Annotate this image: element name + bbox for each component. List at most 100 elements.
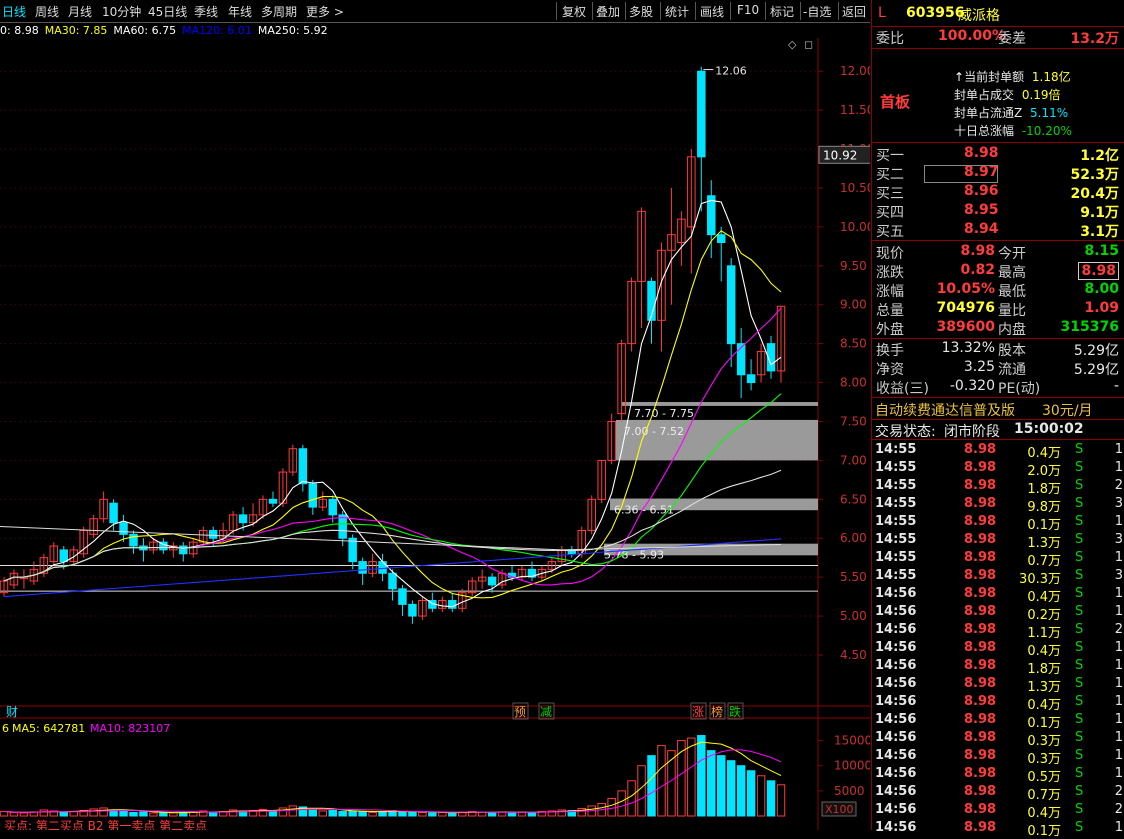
volume-bar xyxy=(647,755,656,817)
tick-row: 14:56 8.98 1.3万 S 1 xyxy=(872,675,1124,695)
event-marker: 榜 xyxy=(711,704,723,719)
volume-bar xyxy=(507,811,517,817)
bid-label: 买二 xyxy=(876,167,904,183)
quote-label: 现价 xyxy=(876,246,904,262)
fundamental-label: 股本 xyxy=(998,343,1026,359)
tick-price: 8.98 xyxy=(964,568,997,583)
period-45day-tab[interactable]: 45日线 xyxy=(148,3,187,20)
quote-label: 最低 xyxy=(998,284,1026,300)
self-select-button[interactable]: -自选 xyxy=(803,3,831,20)
volume-bar xyxy=(697,735,706,817)
tick-time: 14:56 xyxy=(875,730,917,745)
seal-row-label: 十日总涨幅 xyxy=(954,124,1015,138)
volume-bar xyxy=(438,811,447,817)
diamond-icon: ◇ xyxy=(788,38,797,51)
period-month-tab[interactable]: 月线 xyxy=(68,3,92,20)
seal-row-label: 封单占流通Z xyxy=(954,106,1023,120)
first-board-badge: 首板 xyxy=(880,93,911,111)
toolbar-divider xyxy=(556,2,557,20)
event-marker: 涨 xyxy=(692,704,704,719)
draw-line-button[interactable]: 画线 xyxy=(700,3,724,20)
tick-time: 14:55 xyxy=(875,442,917,457)
tick-row: 14:55 8.98 0.4万 S 1 xyxy=(872,441,1124,461)
divider xyxy=(872,439,1124,440)
tick-count: 1 xyxy=(1114,820,1123,835)
bid-row[interactable]: 买三 8.96 20.4万 xyxy=(872,183,1124,202)
volume-bar xyxy=(0,810,9,817)
tick-count: 2 xyxy=(1114,622,1123,637)
y-tick-label: 5.00 xyxy=(840,609,867,623)
period-week-tab[interactable]: 周线 xyxy=(35,3,59,20)
quote-value: 8.98 xyxy=(1078,262,1119,280)
volume-bar xyxy=(159,811,168,817)
bid-row[interactable]: 买五 8.94 3.1万 xyxy=(872,221,1124,240)
overlay-button[interactable]: 叠加 xyxy=(596,3,620,20)
tick-price: 8.98 xyxy=(964,802,997,817)
back-button[interactable]: 返回 xyxy=(842,3,866,20)
tick-row: 14:55 8.98 0.1万 S 1 xyxy=(872,513,1124,533)
mark-button[interactable]: 标记 xyxy=(770,3,794,20)
volume-bar xyxy=(736,765,746,817)
statistics-button[interactable]: 统计 xyxy=(665,3,689,20)
tick-row: 14:56 8.98 0.7万 S 2 xyxy=(872,783,1124,803)
multi-stock-button[interactable]: 多股 xyxy=(629,3,653,20)
tick-price: 8.98 xyxy=(964,730,997,745)
volume-bar xyxy=(398,810,407,817)
bid-label: 买五 xyxy=(876,224,904,240)
tick-row: 14:55 8.98 9.8万 S 3 xyxy=(872,495,1124,515)
toolbar-divider xyxy=(660,2,661,20)
promo-price[interactable]: 30元/月 xyxy=(1042,400,1093,420)
period-year-tab[interactable]: 年线 xyxy=(228,3,252,20)
tick-time: 14:56 xyxy=(875,694,917,709)
quote-value: 8.15 xyxy=(1084,243,1119,259)
tick-row: 14:56 8.98 1.8万 S 1 xyxy=(872,657,1124,677)
tick-time: 14:56 xyxy=(875,820,917,835)
period-more-button[interactable]: 更多 > xyxy=(306,3,344,20)
candle-body xyxy=(736,343,746,376)
bid-volume: 52.3万 xyxy=(1070,167,1119,183)
period-multi-tab[interactable]: 多周期 xyxy=(261,3,297,20)
tick-row: 14:56 8.98 0.4万 S 1 xyxy=(872,693,1124,713)
y-tick-label: 10.50 xyxy=(840,181,870,195)
tick-time: 14:56 xyxy=(875,604,917,619)
bid-row[interactable]: 买一 8.98 1.2亿 xyxy=(872,145,1124,164)
tick-count: 2 xyxy=(1114,784,1123,799)
period-10min-tab[interactable]: 10分钟 xyxy=(102,3,141,20)
tick-side: S xyxy=(1075,514,1084,529)
quote-value: 10.05% xyxy=(936,281,995,297)
tick-price: 8.98 xyxy=(964,478,997,493)
promo-text[interactable]: 自动续费通达信普及版 xyxy=(875,400,1015,420)
quote-row: 现价 8.98 今开 8.15 xyxy=(872,243,1124,262)
tick-time: 14:56 xyxy=(875,802,917,817)
volume-bar xyxy=(288,805,298,817)
tick-price: 8.98 xyxy=(964,460,997,475)
volume-bar xyxy=(89,808,98,817)
promo-row[interactable]: 自动续费通达信普及版 30元/月 xyxy=(872,400,1124,419)
fundamental-value: - xyxy=(1113,378,1119,394)
bid-row[interactable]: 买二 8.97 52.3万 xyxy=(872,164,1124,183)
tick-time: 14:56 xyxy=(875,658,917,673)
toolbar-divider xyxy=(765,2,766,20)
f10-button[interactable]: F10 xyxy=(737,3,759,17)
restore-rights-button[interactable]: 复权 xyxy=(562,3,586,20)
tick-count: 1 xyxy=(1114,442,1123,457)
y-tick-label: 11.50 xyxy=(840,103,870,117)
tick-row: 14:56 8.98 0.1万 S 1 xyxy=(872,711,1124,731)
divider xyxy=(872,397,1124,398)
period-day-tab[interactable]: 日线 xyxy=(2,3,26,20)
tick-side: S xyxy=(1075,496,1084,511)
tick-count: 1 xyxy=(1114,550,1123,565)
y-tick-label: 10.00 xyxy=(840,220,870,234)
tick-row: 14:56 8.98 0.1万 S 1 xyxy=(872,819,1124,839)
volume-bar xyxy=(487,811,497,817)
volume-bar xyxy=(368,811,377,817)
tick-count: 1 xyxy=(1114,604,1123,619)
kline-chart[interactable]: 12.0011.5011.0010.5010.009.509.008.508.0… xyxy=(0,38,874,833)
tick-row: 14:56 8.98 0.4万 S 2 xyxy=(872,801,1124,821)
committee-ratio-value: 100.00% xyxy=(938,28,1007,44)
period-quarter-tab[interactable]: 季线 xyxy=(194,3,218,20)
candle-body xyxy=(109,502,118,524)
bid-row[interactable]: 买四 8.95 9.1万 xyxy=(872,202,1124,221)
tick-count: 3 xyxy=(1114,532,1123,547)
volume-bar xyxy=(268,810,278,817)
